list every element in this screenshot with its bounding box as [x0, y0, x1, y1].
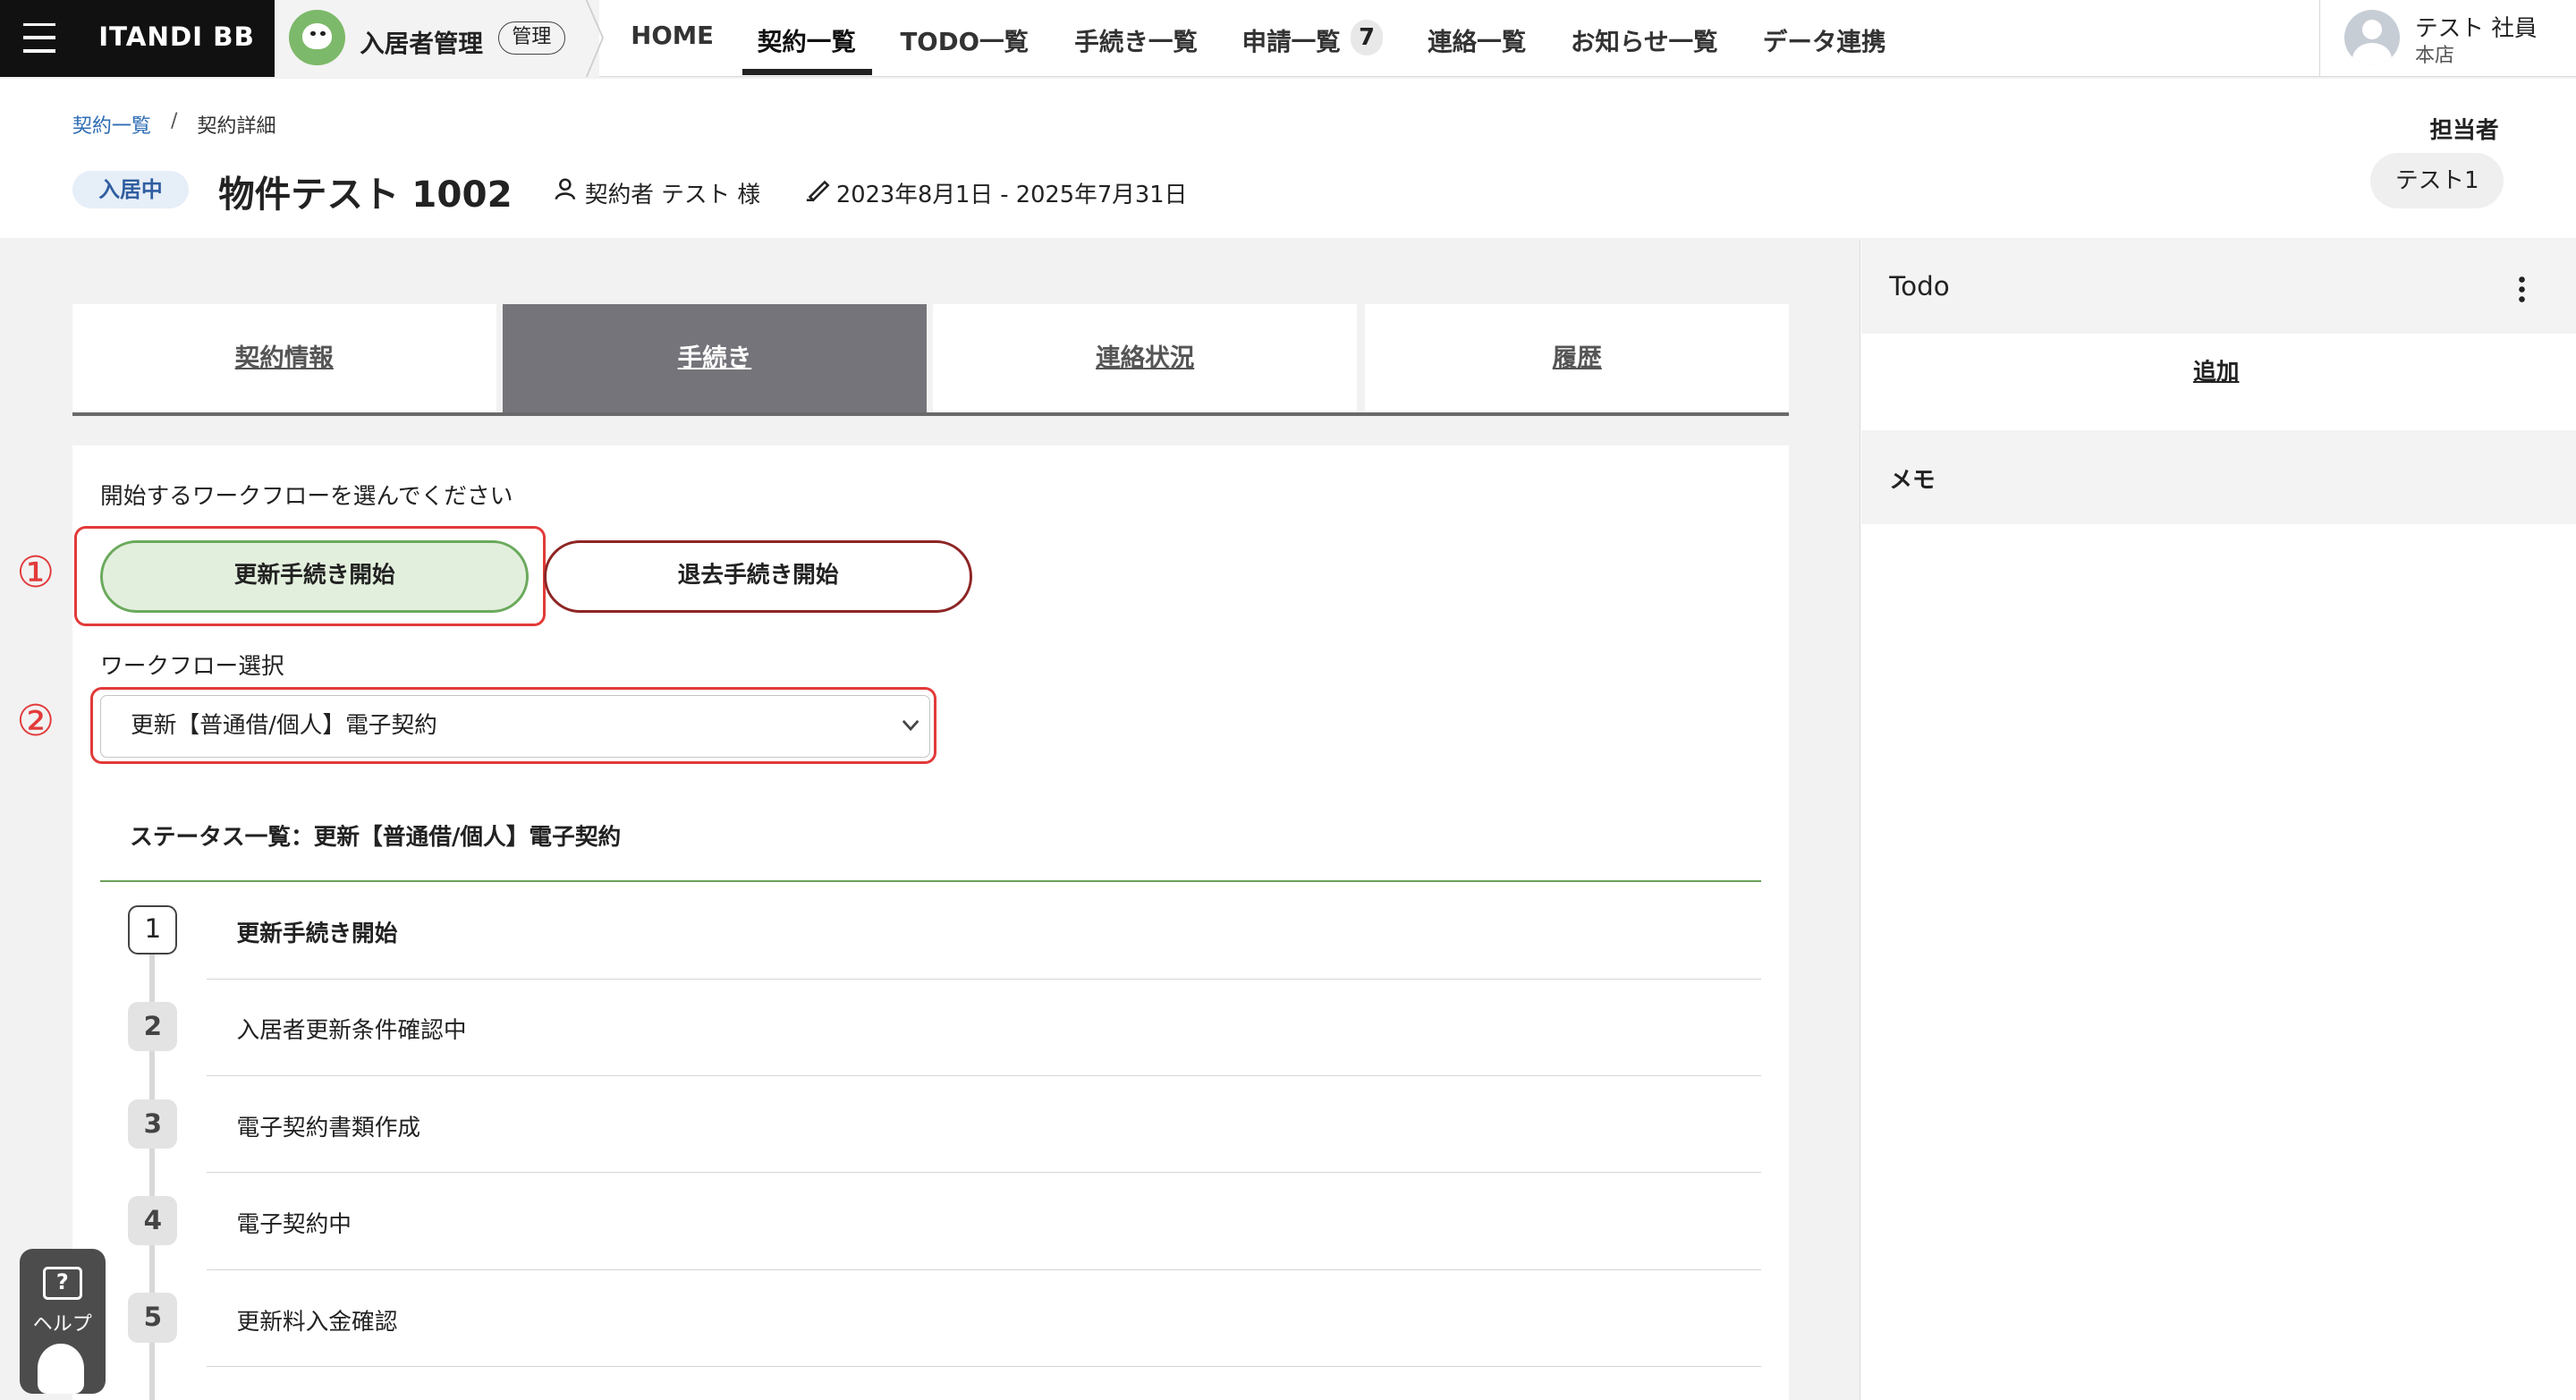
nav-todo[interactable]: TODO一覧	[901, 21, 1030, 57]
step-label-5: 更新料入金確認	[236, 1308, 398, 1336]
step-label-3: 電子契約書類作成	[236, 1114, 421, 1141]
tab-history[interactable]: 履歴	[1365, 303, 1790, 412]
app-mascot-icon	[289, 10, 345, 66]
chevron-down-icon	[902, 720, 919, 732]
person-icon	[555, 178, 576, 200]
help-question-icon: ?	[42, 1267, 82, 1300]
nav-data-link[interactable]: データ連携	[1763, 21, 1886, 57]
memo-header	[1860, 430, 2576, 524]
nav-applications[interactable]: 申請一覧	[1242, 21, 1341, 57]
nav-notices[interactable]: お知らせ一覧	[1571, 21, 1718, 57]
todo-header	[1860, 240, 2576, 334]
workflow-select-label: ワークフロー選択	[100, 652, 284, 680]
todo-title: Todo	[1889, 271, 1950, 302]
memo-title: メモ	[1889, 467, 1936, 495]
more-vertical-icon[interactable]	[2517, 275, 2527, 304]
logo[interactable]: ITANDI BB	[98, 21, 255, 52]
renew-start-button[interactable]: 更新手続き開始	[100, 540, 530, 614]
annotation-two: ②	[16, 696, 55, 746]
step-number-1: 1	[128, 905, 178, 955]
step-label-1: 更新手続き開始	[236, 921, 398, 948]
page-title: 物件テスト 1002	[218, 172, 513, 216]
breadcrumb-separator: /	[171, 110, 178, 133]
assignee-label: 担当者	[2429, 116, 2499, 144]
breadcrumb-current: 契約詳細	[197, 115, 276, 139]
side-panel	[1860, 240, 2576, 1400]
workflow-prompt: 開始するワークフローを選んでください	[100, 483, 513, 511]
tab-contact-status[interactable]: 連絡状況	[933, 303, 1358, 412]
status-list-heading: ステータス一覧：更新【普通借/個人】電子契約	[130, 823, 622, 851]
nav-home[interactable]: HOME	[631, 21, 714, 50]
nav-contracts[interactable]: 契約一覧	[758, 21, 856, 57]
assignee-chip[interactable]: テスト1	[2370, 152, 2504, 209]
breadcrumb-contract-list[interactable]: 契約一覧	[72, 110, 151, 139]
pen-icon	[806, 181, 830, 202]
step-row-4	[207, 1173, 1761, 1270]
tab-procedures[interactable]: 手続き	[503, 303, 927, 412]
user-branch: 本店	[2414, 45, 2455, 68]
tab-divider	[72, 412, 1790, 416]
nav-active-indicator	[742, 69, 873, 76]
status-badge: 入居中	[72, 171, 190, 209]
contractor-name: 契約者 テスト 様	[584, 181, 761, 208]
workflow-select[interactable]: 更新【普通借/個人】電子契約	[100, 694, 930, 758]
applications-count-badge: 7	[1350, 20, 1384, 56]
step-row-1	[207, 882, 1761, 980]
hamburger-menu-icon[interactable]	[22, 22, 56, 53]
nav-procedures[interactable]: 手続き一覧	[1074, 21, 1198, 57]
moveout-start-button[interactable]: 退去手続き開始	[543, 540, 973, 614]
nav-contacts[interactable]: 連絡一覧	[1428, 21, 1526, 57]
step-number-5: 5	[128, 1293, 178, 1343]
tab-contract-info[interactable]: 契約情報	[72, 303, 496, 412]
step-row-3	[207, 1076, 1761, 1174]
step-number-3: 3	[128, 1099, 178, 1149]
step-label-4: 電子契約中	[236, 1211, 352, 1239]
step-number-2: 2	[128, 1002, 178, 1052]
app-title: 入居者管理	[360, 29, 483, 58]
mascot-bear-icon	[38, 1344, 84, 1394]
annotation-one: ①	[16, 548, 55, 598]
add-todo-link[interactable]: 追加	[2193, 353, 2239, 386]
step-row-5	[207, 1270, 1761, 1368]
step-number-4: 4	[128, 1196, 178, 1246]
contract-period: 2023年8月1日 - 2025年7月31日	[835, 181, 1188, 208]
app-chevron-icon	[585, 0, 605, 78]
help-label: ヘルプ	[32, 1313, 92, 1336]
app-role-badge: 管理	[497, 21, 565, 55]
user-name: テスト 社員	[2414, 15, 2538, 43]
step-label-2: 入居者更新条件確認中	[236, 1017, 467, 1045]
